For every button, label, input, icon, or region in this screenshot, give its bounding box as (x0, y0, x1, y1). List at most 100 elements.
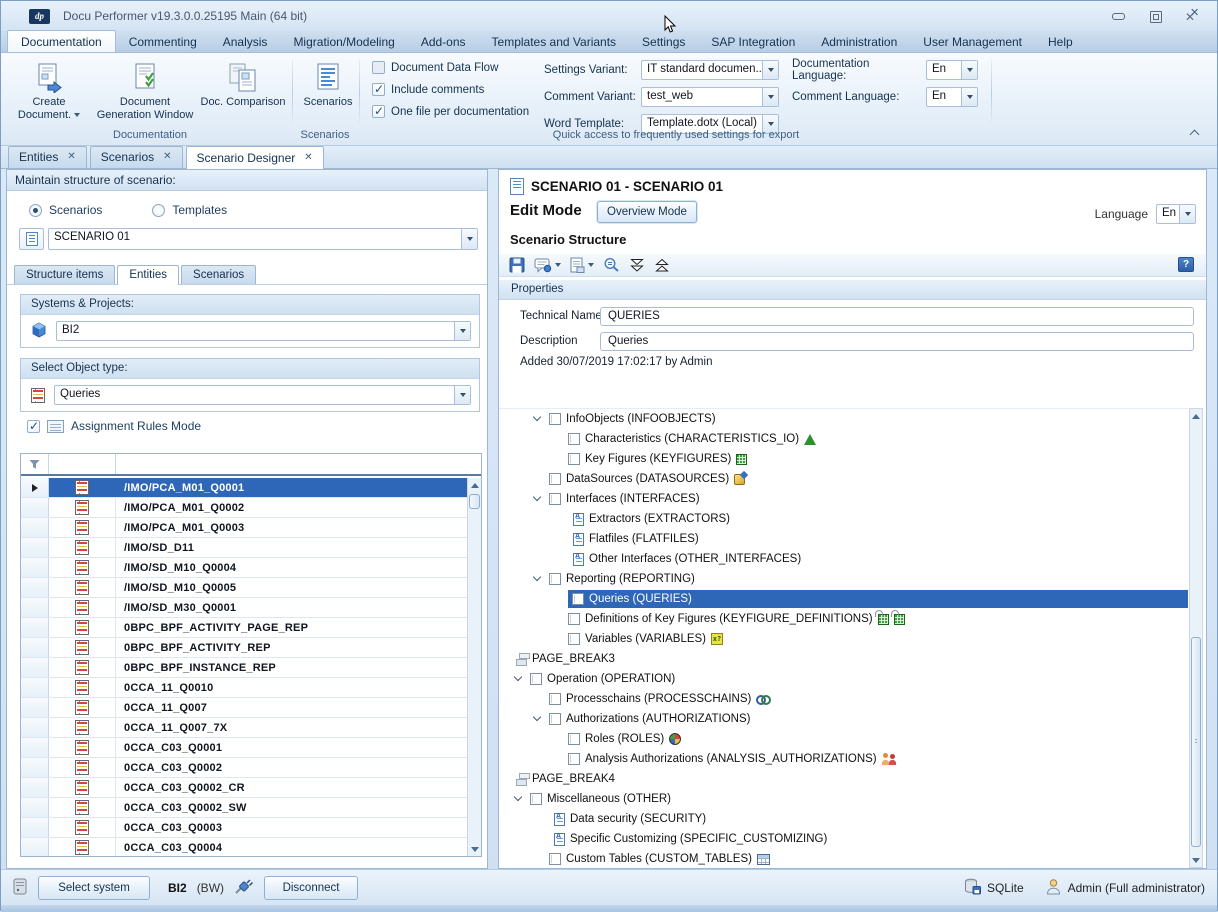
scenario-combo[interactable]: SCENARIO 01 (48, 228, 478, 250)
tree-item[interactable]: Characteristics (CHARACTERISTICS_IO) (499, 429, 1188, 449)
table-row[interactable]: 0CCA_C03_Q0001 (21, 738, 467, 758)
scenarios-radio[interactable] (29, 204, 42, 217)
restore-icon[interactable] (1148, 10, 1162, 22)
table-row[interactable]: /IMO/PCA_M01_Q0003 (21, 518, 467, 538)
tab-scenarios[interactable]: Scenarios (181, 265, 256, 284)
tree-item[interactable]: Queries (QUERIES) (499, 589, 1188, 609)
expand-collapse-icon[interactable] (530, 491, 549, 507)
save-icon[interactable] (509, 257, 525, 273)
templates-radio[interactable] (152, 204, 165, 217)
menu-tab-documentation[interactable]: Documentation (7, 30, 116, 52)
chevron-down-icon[interactable] (762, 88, 778, 106)
tree-checkbox[interactable] (549, 693, 561, 705)
table-row[interactable]: 0BPC_BPF_ACTIVITY_PAGE_REP (21, 618, 467, 638)
table-row[interactable]: /IMO/SD_D11 (21, 538, 467, 558)
table-row[interactable]: 0CCA_C03_Q0002_SW (21, 798, 467, 818)
tree-checkbox[interactable] (549, 573, 561, 585)
tabstrip-close-icon[interactable] (1190, 6, 1202, 18)
tree-item[interactable]: Processchains (PROCESSCHAINS) (499, 689, 1188, 709)
expand-collapse-icon[interactable] (511, 671, 530, 687)
menu-tab-commenting[interactable]: Commenting (116, 31, 210, 52)
table-row[interactable]: 0CCA_11_Q007 (21, 698, 467, 718)
description-input[interactable]: Queries (600, 332, 1194, 351)
doc-tab-scenario-designer[interactable]: Scenario Designer (186, 146, 324, 169)
tree-checkbox[interactable] (549, 413, 561, 425)
tree-item[interactable]: Interfaces (INTERFACES) (499, 489, 1188, 509)
tab-close-icon[interactable] (163, 152, 171, 162)
expand-collapse-icon[interactable] (530, 711, 549, 727)
doc-comparison-button[interactable]: Doc. Comparison (199, 57, 287, 109)
tree-item[interactable]: Variables (VARIABLES) (499, 629, 1188, 649)
tree-checkbox[interactable] (568, 453, 580, 465)
tree-checkbox[interactable] (530, 793, 542, 805)
scroll-up-icon[interactable] (468, 478, 481, 492)
create-document-button[interactable]: Create Document. (9, 57, 89, 122)
expand-collapse-icon[interactable] (511, 791, 530, 807)
dropdown-caret-icon[interactable] (588, 263, 594, 267)
menu-tab-migration-modeling[interactable]: Migration/Modeling (280, 31, 407, 52)
document-generation-window-button[interactable]: Document Generation Window (93, 57, 197, 122)
scenario-doc-button[interactable] (19, 228, 44, 250)
menu-tab-help[interactable]: Help (1035, 31, 1086, 52)
tree-checkbox[interactable] (549, 473, 561, 485)
table-row[interactable]: 0CCA_C03_Q0002 (21, 758, 467, 778)
menu-tab-templates-and-variants[interactable]: Templates and Variants (479, 31, 630, 52)
scenarios-button[interactable]: Scenarios (299, 57, 357, 109)
menu-tab-settings[interactable]: Settings (629, 31, 698, 52)
tree-item[interactable]: Key Figures (KEYFIGURES) (499, 449, 1188, 469)
tree-item[interactable]: Reporting (REPORTING) (499, 569, 1188, 589)
grid-header-name-column[interactable] (116, 454, 481, 474)
tree-item[interactable]: Specific Customizing (SPECIFIC_CUSTOMIZI… (499, 829, 1188, 849)
comment-icon[interactable] (534, 258, 561, 273)
tree-checkbox[interactable] (530, 673, 542, 685)
chevron-down-icon[interactable] (961, 88, 977, 106)
tree-checkbox[interactable] (568, 613, 580, 625)
table-row[interactable]: /IMO/PCA_M01_Q0001 (21, 478, 467, 498)
grid-header-icon-column[interactable] (49, 454, 116, 474)
chevron-down-icon[interactable] (1179, 205, 1195, 223)
chevron-down-icon[interactable] (762, 61, 778, 79)
menu-tab-user-management[interactable]: User Management (910, 31, 1035, 52)
tree-item[interactable]: Data security (SECURITY) (499, 809, 1188, 829)
disconnect-button[interactable]: Disconnect (264, 876, 358, 900)
tree-item[interactable]: PAGE_BREAK4 (499, 769, 1188, 789)
tree-item[interactable]: Operation (OPERATION) (499, 669, 1188, 689)
table-row[interactable]: 0CCA_11_Q007_7X (21, 718, 467, 738)
menu-tab-sap-integration[interactable]: SAP Integration (698, 31, 808, 52)
tree-item[interactable]: DataSources (DATASOURCES) (499, 469, 1188, 489)
select-system-button[interactable]: Select system (38, 876, 150, 900)
collapse-ribbon-icon[interactable] (1189, 127, 1201, 139)
tab-entities[interactable]: Entities (117, 265, 179, 285)
comment-variant-combo[interactable]: test_web (641, 87, 779, 107)
tree-item[interactable]: Miscellaneous (OTHER) (499, 789, 1188, 809)
system-combo[interactable]: BI2 (56, 321, 471, 341)
one-file-per-documentation-checkbox[interactable] (372, 105, 385, 118)
tree-checkbox[interactable] (568, 753, 580, 765)
object-type-combo[interactable]: Queries (54, 385, 471, 405)
grid-scrollbar[interactable] (467, 478, 481, 856)
tree-checkbox[interactable] (572, 593, 584, 605)
table-row[interactable]: 0BPC_BPF_ACTIVITY_REP (21, 638, 467, 658)
overview-mode-button[interactable]: Overview Mode (597, 201, 697, 223)
assignment-rules-checkbox[interactable] (27, 420, 40, 433)
radio-scenarios[interactable]: Scenarios (29, 203, 102, 217)
scroll-up-icon[interactable] (1190, 409, 1202, 423)
chevron-down-icon[interactable] (461, 229, 477, 249)
search-icon[interactable] (603, 257, 620, 273)
tab-structure-items[interactable]: Structure items (14, 265, 115, 284)
scroll-down-icon[interactable] (468, 842, 481, 856)
table-row[interactable]: 0CCA_11_Q0010 (21, 678, 467, 698)
settings-variant-combo[interactable]: IT standard documen... (641, 60, 779, 80)
grid-filter-cell[interactable] (21, 454, 49, 474)
doc-tab-scenarios[interactable]: Scenarios (90, 146, 183, 168)
menu-tab-add-ons[interactable]: Add-ons (408, 31, 479, 52)
doc-tab-entities[interactable]: Entities (8, 146, 87, 168)
tree-item[interactable]: Custom Tables (CUSTOM_TABLES) (499, 849, 1188, 869)
table-row[interactable]: 0CCA_C03_Q0002_CR (21, 778, 467, 798)
tree-item[interactable]: Roles (ROLES) (499, 729, 1188, 749)
document-data-flow-checkbox[interactable] (372, 61, 385, 74)
document-icon[interactable] (570, 257, 594, 273)
tree-item[interactable]: Other Interfaces (OTHER_INTERFACES) (499, 549, 1188, 569)
table-row[interactable]: 0CCA_C03_Q0003 (21, 818, 467, 838)
expand-collapse-icon[interactable] (530, 571, 549, 587)
